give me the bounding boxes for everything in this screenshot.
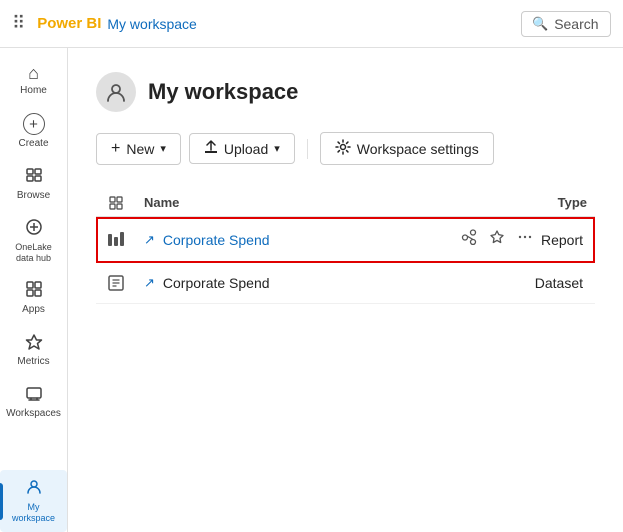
search-icon: 🔍 xyxy=(532,16,548,32)
workspace-title: My workspace xyxy=(148,79,298,105)
workspace-breadcrumb[interactable]: My workspace xyxy=(107,16,196,32)
table-header-name: Name xyxy=(136,195,475,210)
dataset-type: Dataset xyxy=(535,275,591,291)
sidebar-item-home[interactable]: ⌂ Home xyxy=(0,56,67,105)
report-row-actions: Report xyxy=(475,227,595,252)
content-area: My workspace + New ▾ Upload ▾ Worksp xyxy=(68,48,623,532)
workspace-header: My workspace xyxy=(96,72,595,112)
upload-label: Upload xyxy=(224,141,268,157)
table-row[interactable]: ↗ Corporate Spend Report xyxy=(96,217,595,263)
upload-button[interactable]: Upload ▾ xyxy=(189,133,295,164)
home-icon: ⌂ xyxy=(28,64,39,82)
myworkspace-icon xyxy=(25,478,43,499)
lineage-icon: ↗ xyxy=(144,232,155,248)
sidebar-label-apps: Apps xyxy=(22,304,45,316)
items-table: Name Type ↗ Corporate Spend xyxy=(96,189,595,304)
report-name-cell: ↗ Corporate Spend xyxy=(136,232,475,248)
sidebar-item-workspaces[interactable]: Workspaces xyxy=(0,376,67,428)
report-name-link[interactable]: Corporate Spend xyxy=(163,232,270,248)
workspace-avatar xyxy=(96,72,136,112)
sidebar-label-onelake: OneLakedata hub xyxy=(15,242,52,264)
grid-icon[interactable]: ⠿ xyxy=(12,13,25,34)
sidebar-item-apps[interactable]: Apps xyxy=(0,272,67,324)
sidebar-label-create: Create xyxy=(18,138,48,150)
table-header: Name Type xyxy=(96,189,595,217)
share-button[interactable] xyxy=(457,227,481,252)
report-icon xyxy=(96,230,136,250)
workspace-settings-button[interactable]: Workspace settings xyxy=(320,132,494,165)
table-header-type: Type xyxy=(475,195,595,210)
dataset-name-text: Corporate Spend xyxy=(163,275,270,291)
settings-label: Workspace settings xyxy=(357,141,479,157)
table-row[interactable]: ↗ Corporate Spend Dataset xyxy=(96,263,595,304)
sidebar-item-metrics[interactable]: Metrics xyxy=(0,324,67,376)
dataset-icon xyxy=(96,273,136,293)
new-button[interactable]: + New ▾ xyxy=(96,133,181,165)
upload-chevron-icon: ▾ xyxy=(274,142,280,155)
top-nav: ⠿ Power BI My workspace 🔍 Search xyxy=(0,0,623,48)
main-layout: ⌂ Home + Create Browse OneLakedata hub A… xyxy=(0,48,623,532)
sidebar-label-myworkspace: Myworkspace xyxy=(12,502,55,524)
new-label: New xyxy=(126,141,154,157)
plus-icon: + xyxy=(111,140,120,158)
sidebar-label-metrics: Metrics xyxy=(17,356,49,368)
sidebar-item-myworkspace[interactable]: Myworkspace xyxy=(0,470,67,532)
favorite-button[interactable] xyxy=(485,227,509,252)
lineage-icon-2: ↗ xyxy=(144,275,155,291)
more-button[interactable] xyxy=(513,227,537,252)
browse-icon xyxy=(25,166,43,187)
sidebar-label-browse: Browse xyxy=(17,190,50,202)
sidebar-item-browse[interactable]: Browse xyxy=(0,158,67,210)
create-icon: + xyxy=(23,113,45,135)
sidebar: ⌂ Home + Create Browse OneLakedata hub A… xyxy=(0,48,68,532)
new-chevron-icon: ▾ xyxy=(160,142,166,155)
settings-icon xyxy=(335,139,351,158)
report-type: Report xyxy=(541,232,591,248)
apps-icon xyxy=(25,280,43,301)
toolbar-divider xyxy=(307,139,308,159)
app-logo: Power BI xyxy=(37,15,101,32)
search-box[interactable]: 🔍 Search xyxy=(521,11,611,37)
workspaces-icon xyxy=(25,384,43,405)
dataset-name-cell: ↗ Corporate Spend xyxy=(136,275,475,291)
sidebar-label-home: Home xyxy=(20,85,47,97)
toolbar: + New ▾ Upload ▾ Workspace settings xyxy=(96,132,595,165)
upload-icon xyxy=(204,140,218,157)
onelake-icon xyxy=(25,218,43,239)
metrics-icon xyxy=(25,332,43,353)
table-header-icon-col xyxy=(96,195,136,210)
dataset-row-type: Dataset xyxy=(475,275,595,291)
sidebar-item-create[interactable]: + Create xyxy=(0,105,67,158)
sidebar-label-workspaces: Workspaces xyxy=(6,408,61,420)
search-label: Search xyxy=(554,16,598,32)
sidebar-item-onelake[interactable]: OneLakedata hub xyxy=(0,210,67,272)
